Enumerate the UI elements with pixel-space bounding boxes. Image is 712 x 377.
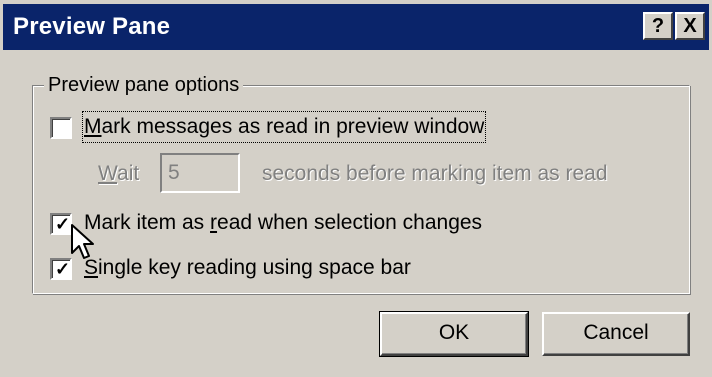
wait-label: Wait — [98, 160, 139, 188]
mark-selection-label-rest: ead when selection changes — [217, 211, 483, 234]
cancel-button[interactable]: Cancel — [542, 312, 690, 356]
window-title: Preview Pane — [13, 13, 171, 40]
mark-selection-label[interactable]: Mark item as read when selection changes — [84, 209, 482, 237]
help-button[interactable]: ? — [643, 12, 673, 40]
mark-preview-mnemonic: M — [84, 115, 102, 138]
wait-mnemonic: W — [98, 162, 118, 185]
group-legend: Preview pane options — [44, 72, 244, 98]
wait-suffix-label: seconds before marking item as read — [262, 162, 608, 185]
wait-label-rest: ait — [117, 162, 140, 185]
title-bar[interactable]: Preview Pane ? X — [3, 4, 709, 50]
mark-preview-checkbox[interactable] — [50, 117, 72, 139]
ok-button[interactable]: OK — [379, 311, 529, 357]
close-icon: X — [683, 15, 697, 37]
single-key-label-rest: ingle key reading using space bar — [98, 256, 411, 279]
preview-pane-dialog: Preview Pane ? X Preview pane options Ma… — [0, 0, 712, 377]
close-button[interactable]: X — [675, 12, 705, 40]
mark-preview-label[interactable]: Mark messages as read in preview window — [81, 111, 487, 143]
mark-selection-checkbox[interactable]: ✓ — [50, 213, 72, 235]
mark-selection-label-pre: Mark item as — [84, 211, 211, 234]
single-key-checkbox[interactable]: ✓ — [50, 258, 72, 280]
wait-seconds-input[interactable] — [160, 153, 240, 193]
check-mark-icon: ✓ — [55, 214, 71, 234]
mark-selection-mnemonic: r — [210, 211, 218, 234]
help-icon: ? — [651, 15, 665, 37]
mark-preview-label-rest: ark messages as read in preview window — [101, 115, 485, 138]
check-mark-icon: ✓ — [55, 259, 71, 279]
arrow-pointer-icon — [71, 224, 94, 259]
single-key-label[interactable]: Single key reading using space bar — [84, 254, 411, 282]
